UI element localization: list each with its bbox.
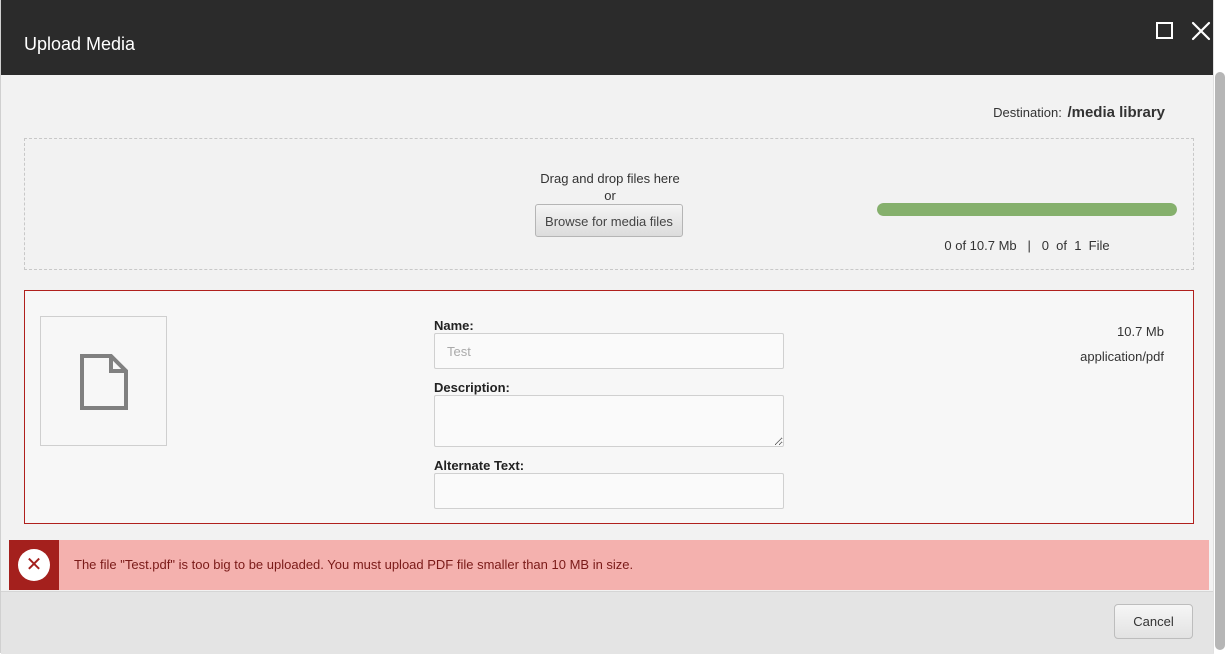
description-textarea[interactable] xyxy=(434,395,784,447)
file-icon xyxy=(80,354,128,410)
error-x-icon: ✕ xyxy=(18,549,50,581)
file-mime-type: application/pdf xyxy=(1080,349,1164,364)
destination: Destination: /media library xyxy=(993,104,1165,121)
maximize-icon xyxy=(1156,22,1173,39)
name-input[interactable] xyxy=(434,333,784,369)
dialog-title: Upload Media xyxy=(24,34,136,54)
browse-media-button[interactable]: Browse for media files xyxy=(535,204,683,237)
upload-media-dialog: Upload Media Destination: /media library… xyxy=(0,0,1214,654)
close-icon xyxy=(1191,21,1211,41)
page-scrollbar-thumb[interactable] xyxy=(1215,72,1225,650)
upload-progress-stats: 0 of 10.7 Mb | 0 of 1 File xyxy=(944,238,1110,253)
name-label: Name: xyxy=(434,318,474,333)
error-message: The file "Test.pdf" is too big to be upl… xyxy=(74,557,634,572)
upload-progress-bar xyxy=(877,203,1177,216)
drop-instructions: Drag and drop files here or xyxy=(535,170,685,204)
cancel-button[interactable]: Cancel xyxy=(1114,604,1193,639)
file-size: 10.7 Mb xyxy=(1117,324,1164,339)
destination-label: Destination: xyxy=(993,105,1062,120)
dialog-footer: Cancel xyxy=(1,591,1214,654)
description-label: Description: xyxy=(434,380,510,395)
alt-text-input[interactable] xyxy=(434,473,784,509)
dialog-titlebar: Upload Media xyxy=(1,0,1214,75)
drag-drop-text: Drag and drop files here xyxy=(540,171,680,186)
dropzone[interactable]: Drag and drop files here or Browse for m… xyxy=(24,138,1194,270)
file-item: Name: Description: Alternate Text: 10.7 … xyxy=(24,290,1194,524)
maximize-button[interactable] xyxy=(1154,20,1176,42)
error-icon-box: ✕ xyxy=(9,540,59,590)
error-message-bar: ✕ The file "Test.pdf" is too big to be u… xyxy=(9,540,1209,590)
close-button[interactable] xyxy=(1190,20,1212,42)
destination-path: /media library xyxy=(1067,104,1165,121)
file-thumbnail xyxy=(40,316,167,446)
or-text: or xyxy=(604,188,616,203)
alt-text-label: Alternate Text: xyxy=(434,458,525,473)
upload-progress-fill xyxy=(877,203,1177,216)
